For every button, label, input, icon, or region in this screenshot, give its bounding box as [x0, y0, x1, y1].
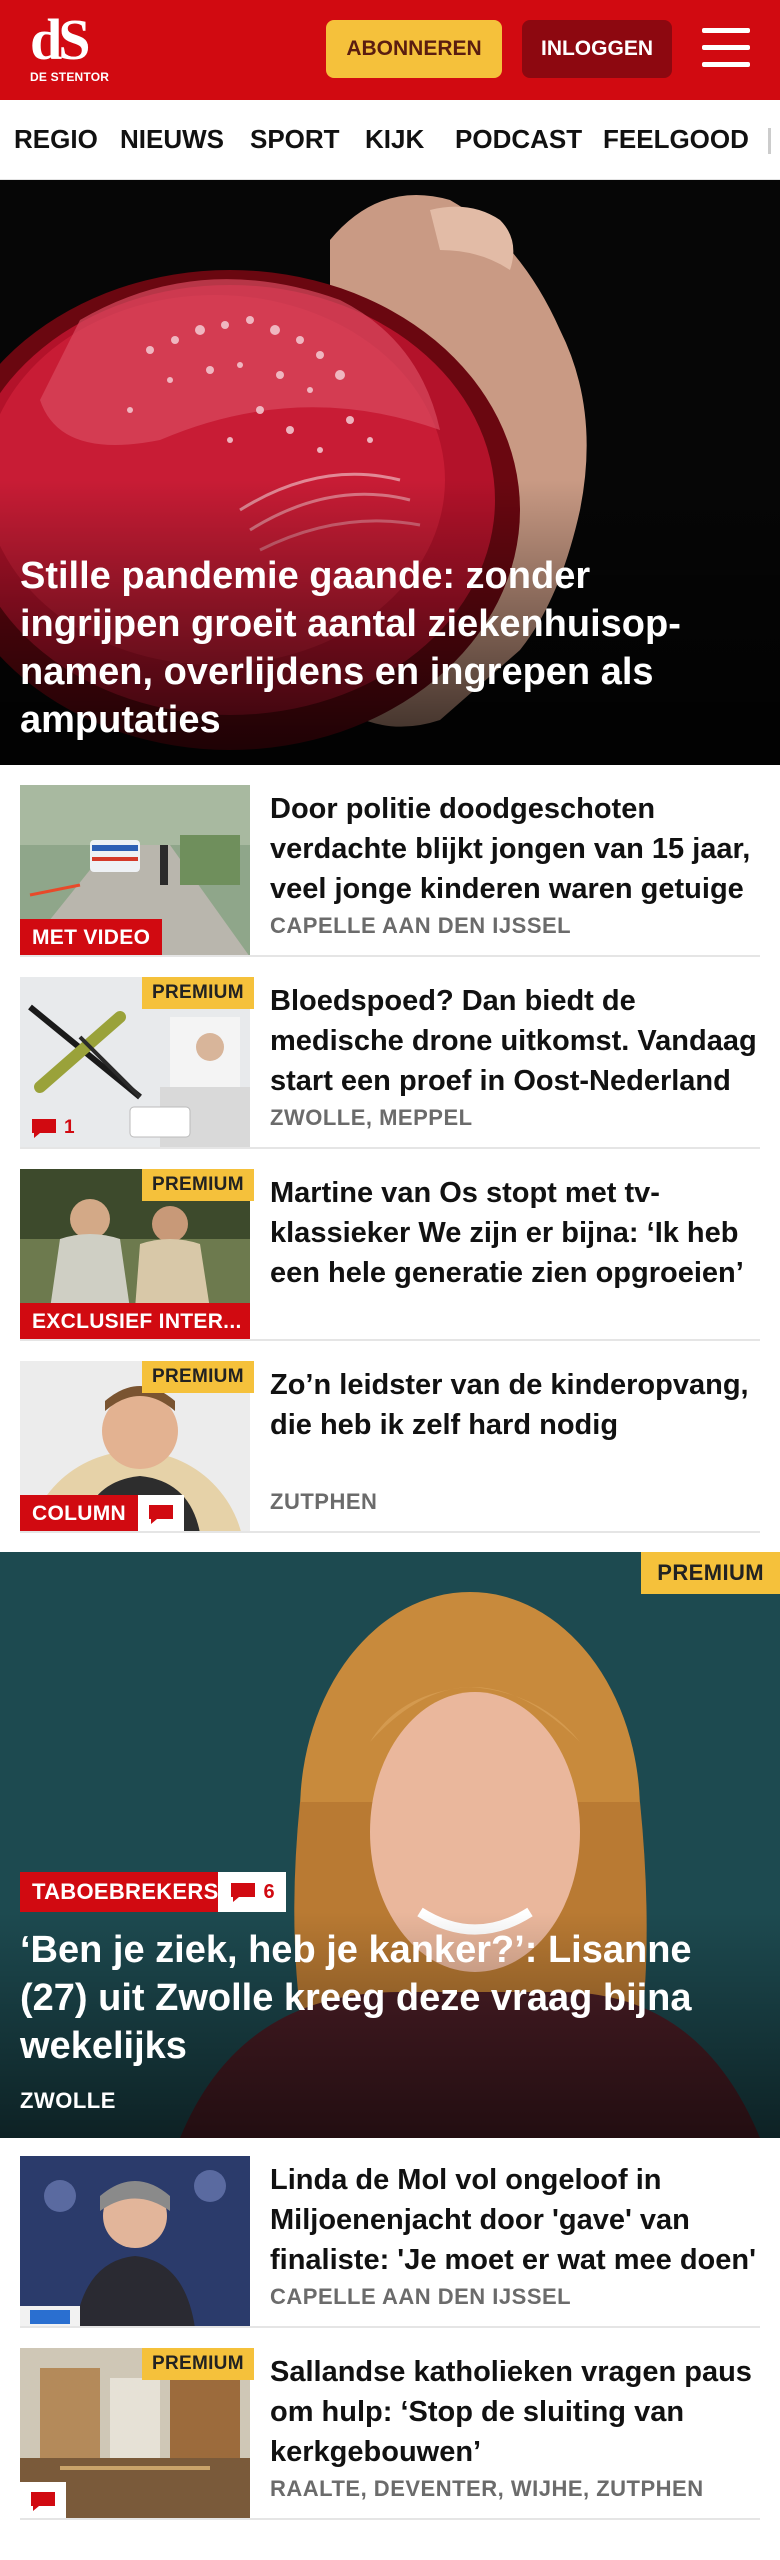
- divider: [20, 1531, 760, 1533]
- comment-icon: [231, 1883, 256, 1902]
- comment-count-value: 1: [64, 1117, 75, 1138]
- comment-button[interactable]: [20, 2482, 66, 2520]
- top-bar: dS DE STENTOR ABONNEREN INLOGGEN: [0, 0, 780, 100]
- comment-count[interactable]: 6: [218, 1872, 286, 1912]
- premium-badge: PREMIUM: [142, 977, 254, 1009]
- list-item[interactable]: PREMIUM Sallandse katholieken vragen pau…: [20, 2348, 760, 2520]
- hero-article[interactable]: Stille pandemie gaande: zonder ingrijpen…: [0, 180, 780, 765]
- nav-overflow-indicator: [768, 128, 771, 154]
- divider: [20, 955, 760, 957]
- article-location: CAPELLE AAN DEN IJSSEL: [270, 913, 572, 938]
- feature-location: ZWOLLE: [20, 2088, 116, 2113]
- column-label: COLUMN: [20, 1495, 138, 1533]
- divider: [20, 2518, 760, 2520]
- divider: [20, 1147, 760, 1149]
- nav-item-podcast[interactable]: PODCAST: [455, 124, 582, 155]
- article-thumbnail: [20, 2156, 250, 2328]
- article-location: ZWOLLE, MEPPEL: [270, 1105, 473, 1130]
- article-title[interactable]: Linda de Mol vol ongeloof in Miljoenenja…: [270, 2160, 760, 2280]
- exclusive-interview-label: EXCLUSIEF INTER...: [20, 1303, 250, 1341]
- video-label: MET VIDEO: [20, 919, 163, 957]
- premium-badge: PREMIUM: [142, 1169, 254, 1201]
- feature-article[interactable]: PREMIUM TABOEBREKERS 6 ‘Ben je ziek, heb…: [0, 1552, 780, 2138]
- list-item[interactable]: Linda de Mol vol ongeloof in Miljoenenja…: [20, 2156, 760, 2328]
- nav-item-nieuws[interactable]: NIEUWS: [120, 124, 224, 155]
- list-item[interactable]: PREMIUM 1 Bloedspoed? Dan biedt de medis…: [20, 977, 760, 1149]
- series-label[interactable]: TABOEBREKERS: [20, 1872, 231, 1912]
- article-location: CAPELLE AAN DEN IJSSEL: [270, 2284, 572, 2309]
- hamburger-menu-icon[interactable]: [700, 24, 752, 72]
- article-title[interactable]: Sallandse katholieken vragen paus om hul…: [270, 2352, 760, 2472]
- premium-badge: PREMIUM: [142, 1361, 254, 1393]
- premium-badge: PREMIUM: [142, 2348, 254, 2380]
- comment-button[interactable]: [138, 1495, 184, 1533]
- hero-title[interactable]: Stille pandemie gaande: zonder ingrijpen…: [20, 552, 760, 744]
- article-title[interactable]: Bloedspoed? Dan biedt de medische drone …: [270, 981, 760, 1101]
- nav-item-feelgood[interactable]: FEELGOOD: [603, 124, 749, 155]
- comment-icon: [32, 1119, 56, 1138]
- comment-count-value: 6: [263, 1880, 275, 1903]
- article-location: ZUTPHEN: [270, 1489, 378, 1514]
- list-item[interactable]: MET VIDEO Door politie doodgeschoten ver…: [20, 785, 760, 957]
- login-button[interactable]: INLOGGEN: [522, 20, 672, 78]
- article-title[interactable]: Martine van Os stopt met tv-klassieker W…: [270, 1173, 760, 1293]
- nav-item-kijk[interactable]: KIJK: [365, 124, 424, 155]
- divider: [20, 2326, 760, 2328]
- comment-icon: [149, 1505, 173, 1524]
- list-item[interactable]: PREMIUM COLUMN Zo’n leidster van de kind…: [20, 1361, 760, 1533]
- article-location: RAALTE, DEVENTER, WIJHE, ZUTPHEN: [270, 2476, 704, 2501]
- site-logo[interactable]: dS DE STENTOR: [30, 7, 110, 88]
- section-nav: REGIO NIEUWS SPORT KIJK PODCAST FEELGOOD: [0, 100, 780, 180]
- divider: [20, 1339, 760, 1341]
- nav-item-sport[interactable]: SPORT: [250, 124, 340, 155]
- comment-icon: [31, 2492, 55, 2511]
- feature-title[interactable]: ‘Ben je ziek, heb je kanker?’: Lisanne (…: [20, 1926, 760, 2070]
- article-title[interactable]: Zo’n leidster van de kinderop­vang, die …: [270, 1365, 760, 1445]
- nav-item-regio[interactable]: REGIO: [14, 124, 98, 155]
- list-item[interactable]: PREMIUM EXCLUSIEF INTER... Martine van O…: [20, 1169, 760, 1341]
- subscribe-button[interactable]: ABONNEREN: [326, 20, 502, 78]
- premium-badge: PREMIUM: [641, 1552, 780, 1594]
- article-title[interactable]: Door politie doodgeschoten verdachte bli…: [270, 789, 760, 909]
- comment-count[interactable]: 1: [20, 1109, 85, 1147]
- logo-mark: dS: [30, 7, 91, 72]
- logo-subtitle: DE STENTOR: [30, 70, 110, 84]
